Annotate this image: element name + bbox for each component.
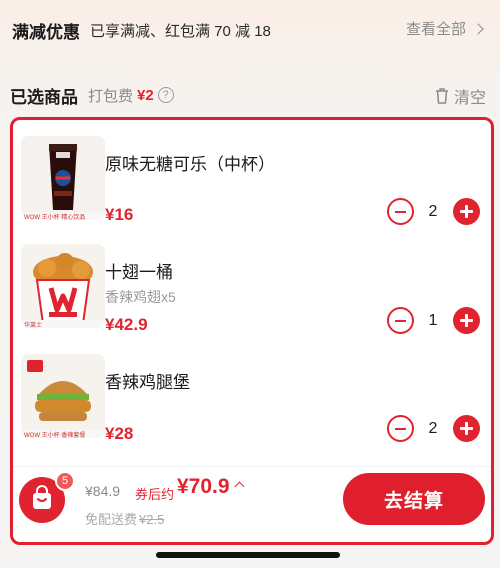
item-quantity: 2 bbox=[428, 420, 438, 437]
promo-bar[interactable]: 满减优惠 已享满减、红包满 70 减 18 查看全部 bbox=[0, 0, 500, 60]
packing-fee-value: ¥2 bbox=[137, 86, 154, 104]
cart-item[interactable]: WOW 王小杯 香辣套餐 香辣鸡腿堡 ¥28 2 bbox=[13, 348, 491, 456]
item-name: 原味无糖可乐（中杯） bbox=[105, 155, 275, 174]
item-quantity: 1 bbox=[428, 312, 438, 329]
clear-label: 清空 bbox=[453, 90, 486, 107]
original-total: ¥84.9 bbox=[85, 483, 121, 499]
increase-qty-button[interactable] bbox=[453, 415, 480, 442]
item-subtitle: 香辣鸡翅x5 bbox=[105, 289, 176, 305]
selected-title: 已选商品 bbox=[10, 87, 78, 107]
selected-header: 已选商品 打包费 ¥2 ? 清空 bbox=[0, 80, 500, 110]
product-tag: 华莱士 bbox=[21, 320, 105, 328]
checkout-bar: 5 ¥84.9 券后约 ¥70.9 免配送费 ¥2.5 去结算 bbox=[13, 466, 491, 542]
decrease-qty-button[interactable] bbox=[387, 307, 414, 334]
item-price: ¥16 bbox=[105, 205, 134, 224]
clear-button[interactable]: 清空 bbox=[434, 84, 486, 108]
product-image: WOW 王小杯 精心饮品 bbox=[21, 136, 105, 220]
final-price[interactable]: ¥70.9 bbox=[177, 475, 245, 499]
item-name: 十翅一桶 bbox=[105, 263, 173, 282]
product-tag: WOW 王小杯 精心饮品 bbox=[21, 212, 105, 220]
item-price: ¥28 bbox=[105, 424, 134, 443]
chevron-up-icon bbox=[234, 481, 245, 492]
item-name: 香辣鸡腿堡 bbox=[105, 373, 190, 392]
chicken-bucket-image bbox=[21, 244, 105, 328]
promo-description: 已享满减、红包满 70 减 18 bbox=[90, 22, 271, 40]
item-quantity: 2 bbox=[428, 203, 438, 220]
help-icon[interactable]: ? bbox=[157, 87, 174, 103]
selected-items-card: WOW 王小杯 精心饮品 原味无糖可乐（中杯） ¥16 2 华莱士 十翅一桶 香… bbox=[10, 117, 494, 545]
after-coupon-label: 券后约 bbox=[135, 487, 175, 502]
checkout-button[interactable]: 去结算 bbox=[343, 473, 485, 525]
promo-title: 满减优惠 bbox=[12, 22, 80, 42]
trash-icon bbox=[435, 88, 448, 104]
decrease-qty-button[interactable] bbox=[387, 415, 414, 442]
home-indicator bbox=[156, 552, 340, 558]
cart-item[interactable]: 华莱士 十翅一桶 香辣鸡翅x5 ¥42.9 1 bbox=[13, 238, 491, 346]
free-delivery-label: 免配送费 bbox=[85, 512, 138, 527]
view-all-link[interactable]: 查看全部 bbox=[405, 18, 484, 39]
product-tag: WOW 王小杯 香辣套餐 bbox=[21, 430, 105, 438]
cart-item[interactable]: WOW 王小杯 精心饮品 原味无糖可乐（中杯） ¥16 2 bbox=[13, 130, 491, 238]
increase-qty-button[interactable] bbox=[453, 307, 480, 334]
packing-fee-label: 打包费 bbox=[88, 87, 134, 105]
increase-qty-button[interactable] bbox=[453, 198, 480, 225]
original-delivery-fee: ¥2.5 bbox=[139, 512, 165, 527]
delivery-fee-note: 免配送费 ¥2.5 bbox=[85, 509, 164, 528]
cola-cup-image bbox=[21, 136, 105, 220]
product-image: WOW 王小杯 香辣套餐 bbox=[21, 354, 105, 438]
item-price: ¥42.9 bbox=[105, 315, 148, 334]
chevron-right-icon bbox=[472, 22, 484, 35]
view-all-label: 查看全部 bbox=[405, 21, 466, 38]
final-price-value: ¥70.9 bbox=[177, 475, 230, 498]
cart-sheet: 满减优惠 已享满减、红包满 70 减 18 查看全部 已选商品 打包费 ¥2 ?… bbox=[0, 0, 500, 568]
burger-image bbox=[21, 354, 105, 438]
cart-count-badge: 5 bbox=[55, 471, 75, 491]
decrease-qty-button[interactable] bbox=[387, 198, 414, 225]
product-image: 华莱士 bbox=[21, 244, 105, 328]
